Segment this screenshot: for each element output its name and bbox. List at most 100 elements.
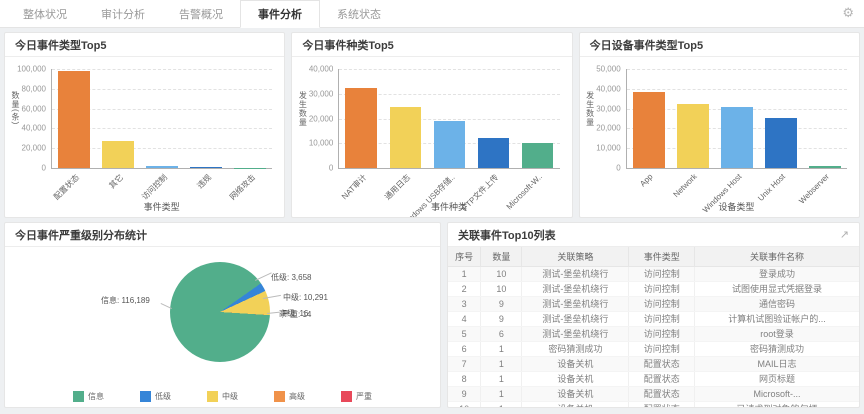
y-tick-label: 50,000 [596, 65, 620, 74]
table-row: 101设备关机配置状态已请求到对象的句柄 [448, 402, 859, 409]
pie-area: 信息: 116,189低级: 3,658中级: 10,291高级: 16严重: … [5, 247, 440, 383]
table-row: 61密码猜测成功访问控制密码猜测成功 [448, 342, 859, 357]
table-cell: root登录 [695, 327, 859, 342]
bar [478, 138, 510, 168]
table-cell: 测试-堡垒机绕行 [522, 327, 629, 342]
tab-4[interactable]: 系统状态 [320, 0, 398, 27]
pie-circle [170, 262, 270, 362]
x-tick-label: Network [672, 172, 699, 199]
table-cell: 2 [448, 282, 481, 297]
share-icon[interactable]: ↗ [840, 228, 849, 241]
table-row: 91设备关机配置状态Microsoft-... [448, 387, 859, 402]
table-header-cell: 关联事件名称 [695, 247, 859, 267]
panel-title: 今日设备事件类型Top5 [580, 33, 859, 57]
table-header-cell: 序号 [448, 247, 481, 267]
x-tick-label: Unix Host [756, 172, 787, 203]
table-cell: 9 [481, 312, 522, 327]
tab-2[interactable]: 告警概况 [162, 0, 240, 27]
table-cell: 设备关机 [522, 387, 629, 402]
table-header-row: 序号数量关联策略事件类型关联事件名称 [448, 247, 859, 267]
table-cell: 密码猜测成功 [695, 342, 859, 357]
bar [102, 141, 134, 168]
y-tick-label: 20,000 [22, 144, 46, 153]
bottom-row: 今日事件严重级别分布统计 信息: 116,189 低级: 3,658 中级: 10,… [4, 222, 860, 408]
table-cell: 访问控制 [629, 297, 695, 312]
legend-item[interactable]: 严重 [341, 391, 372, 402]
panel-device-event-type-top5: 今日设备事件类型Top5 010,00020,00030,00040,00050… [579, 32, 860, 218]
bar-chart-event-kind: 010,00020,00030,00040,000NAT审计通用日志Window… [292, 57, 571, 217]
legend-label: 信息 [88, 391, 104, 402]
legend-label: 高级 [289, 391, 305, 402]
pie-label: 低级: 3,658 [271, 272, 311, 283]
y-axis-title: 数量(条) [10, 91, 21, 125]
bar [434, 121, 466, 168]
legend-item[interactable]: 高级 [274, 391, 305, 402]
legend-item[interactable]: 低级 [140, 391, 171, 402]
tab-0[interactable]: 整体状况 [6, 0, 84, 27]
chart-title: 今日设备事件类型Top5 [590, 37, 703, 53]
table-cell: 7 [448, 357, 481, 372]
x-tick-label: App [639, 172, 655, 188]
table-cell: 密码猜测成功 [522, 342, 629, 357]
table-cell: MAIL日志 [695, 357, 859, 372]
table-title: 关联事件Top10列表 [458, 227, 556, 243]
bar [809, 166, 841, 168]
table-cell: 设备关机 [522, 372, 629, 387]
table-cell: 6 [448, 342, 481, 357]
bar-chart-device-type: 010,00020,00030,00040,00050,000AppNetwor… [580, 57, 859, 217]
gear-icon[interactable]: ⚙ [842, 6, 854, 19]
y-tick-label: 60,000 [22, 104, 46, 113]
table-row: 49测试-堡垒机绕行访问控制计算机试图验证帐户的... [448, 312, 859, 327]
plot-area: 010,00020,00030,00040,00050,000AppNetwor… [626, 69, 847, 169]
legend-item[interactable]: 信息 [73, 391, 104, 402]
table-cell: 1 [448, 267, 481, 282]
tab-bar: 整体状况审计分析告警概况事件分析系统状态 ⚙ [0, 0, 864, 28]
x-tick-label: 违规 [195, 172, 214, 191]
x-axis-title: 设备类型 [626, 200, 847, 213]
legend-label: 严重 [356, 391, 372, 402]
table-row: 39测试-堡垒机绕行访问控制通信密码 [448, 297, 859, 312]
pie-label: 中级: 10,291 [283, 292, 328, 303]
x-tick-label: 网络攻击 [228, 172, 258, 202]
y-tick-label: 0 [42, 164, 46, 173]
table-cell: 访问控制 [629, 282, 695, 297]
chart-title: 今日事件类型Top5 [15, 37, 106, 53]
legend-swatch [207, 391, 218, 402]
pie-connector [255, 272, 272, 281]
x-axis-title: 事件种类 [338, 200, 559, 213]
gridline [627, 69, 847, 70]
table-cell: 10 [448, 402, 481, 409]
tab-1[interactable]: 审计分析 [84, 0, 162, 27]
table-row: 210测试-堡垒机绕行访问控制试图使用显式凭据登录 [448, 282, 859, 297]
x-tick-label: 通用日志 [383, 172, 413, 202]
table-cell: 9 [448, 387, 481, 402]
legend-swatch [73, 391, 84, 402]
y-tick-label: 0 [616, 164, 620, 173]
table-row: 110测试-堡垒机绕行访问控制登录成功 [448, 267, 859, 282]
table-cell: 登录成功 [695, 267, 859, 282]
plot-area: 010,00020,00030,00040,000NAT审计通用日志Window… [338, 69, 559, 169]
table-cell: 8 [448, 372, 481, 387]
table-cell: 试图使用显式凭据登录 [695, 282, 859, 297]
table-cell: 测试-堡垒机绕行 [522, 312, 629, 327]
pie-chart-severity: 信息: 116,189低级: 3,658中级: 10,291高级: 16严重: … [5, 247, 440, 407]
y-tick-label: 0 [329, 164, 333, 173]
legend-swatch [341, 391, 352, 402]
pie-label: 严重: 14 [282, 309, 311, 320]
table-cell: 配置状态 [629, 372, 695, 387]
legend-item[interactable]: 中级 [207, 391, 238, 402]
events-table: 序号数量关联策略事件类型关联事件名称 110测试-堡垒机绕行访问控制登录成功21… [448, 247, 859, 408]
tab-3[interactable]: 事件分析 [240, 0, 320, 28]
table-cell: 5 [448, 327, 481, 342]
panel-correlated-events: 关联事件Top10列表 ↗ 序号数量关联策略事件类型关联事件名称 110测试-堡… [447, 222, 860, 408]
bar [190, 167, 222, 168]
legend-swatch [140, 391, 151, 402]
table-cell: 设备关机 [522, 402, 629, 409]
pie-label: 信息: 116,189 [101, 295, 150, 306]
plot-area: 020,00040,00060,00080,000100,000配置状态其它访问… [51, 69, 272, 169]
tabs: 整体状况审计分析告警概况事件分析系统状态 [6, 0, 398, 27]
bar [765, 118, 797, 168]
x-tick-label: 配置状态 [51, 172, 81, 202]
legend: 信息 低级 中级 高级 严重 [5, 391, 440, 402]
chart-title: 今日事件严重级别分布统计 [15, 227, 147, 243]
